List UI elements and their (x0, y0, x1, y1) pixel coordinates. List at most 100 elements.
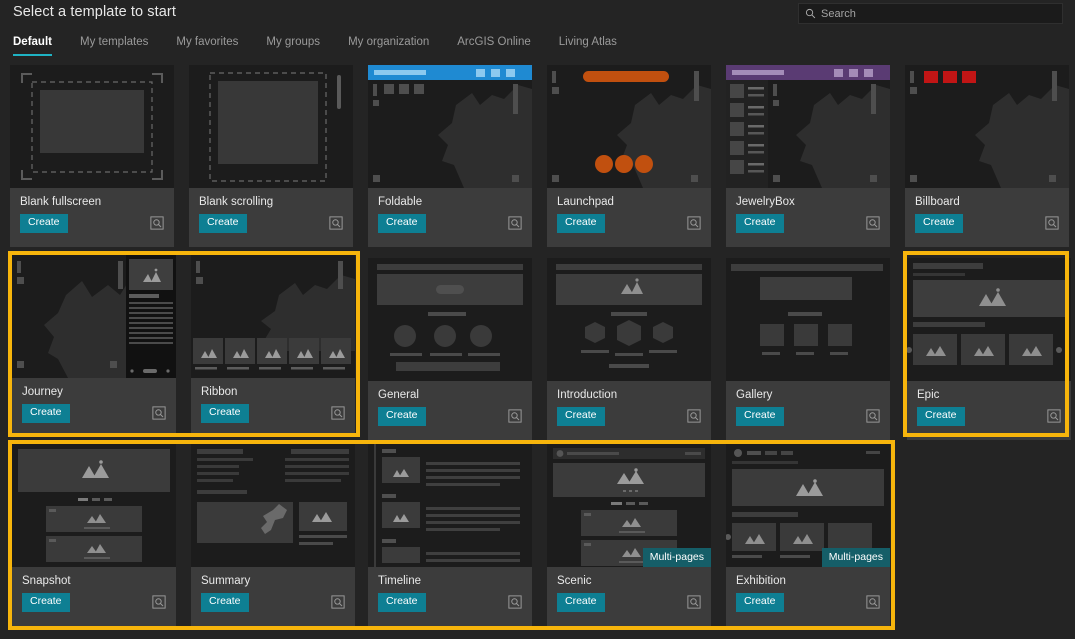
journey-sketch (17, 255, 176, 378)
create-button[interactable]: Create (736, 214, 784, 233)
header: Select a template to start Search (0, 0, 1075, 30)
card-actions: Create (378, 407, 522, 426)
preview-magnifier-icon[interactable] (331, 595, 345, 609)
preview-magnifier-icon[interactable] (508, 595, 522, 609)
thumbnail-launchpad (547, 65, 711, 188)
thumbnail-journey (12, 255, 176, 378)
template-card-blank-scrolling[interactable]: Blank scrolling Create (189, 65, 353, 247)
tab-my-groups[interactable]: My groups (266, 36, 334, 56)
template-card-gallery[interactable]: Gallery Create (726, 258, 890, 440)
template-card-foldable[interactable]: Foldable Create (368, 65, 532, 247)
search-placeholder: Search (821, 7, 856, 20)
snapshot-sketch (18, 449, 170, 562)
preview-magnifier-icon[interactable] (508, 216, 522, 230)
tab-default[interactable]: Default (13, 36, 66, 56)
template-card-scenic[interactable]: Multi-pages Scenic Create (547, 444, 711, 626)
create-button[interactable]: Create (378, 593, 426, 612)
create-button[interactable]: Create (915, 214, 963, 233)
tab-my-templates[interactable]: My templates (80, 36, 162, 56)
create-button[interactable]: Create (378, 407, 426, 426)
gallery-sketch (731, 264, 883, 355)
tab-bar: Default My templates My favorites My gro… (0, 36, 1075, 61)
card-label-scenic: Scenic Create (547, 567, 711, 626)
preview-magnifier-icon[interactable] (866, 216, 880, 230)
thumbnail-billboard (905, 65, 1069, 188)
preview-magnifier-icon[interactable] (331, 406, 345, 420)
page-title: Select a template to start (13, 4, 176, 20)
card-label-epic: Epic Create (907, 381, 1071, 440)
template-card-general[interactable]: General Create (368, 258, 532, 440)
preview-magnifier-icon[interactable] (508, 409, 522, 423)
card-label-foldable: Foldable Create (368, 188, 532, 247)
create-button[interactable]: Create (22, 404, 70, 423)
card-label-timeline: Timeline Create (368, 567, 532, 626)
card-title: General (378, 389, 419, 401)
tab-my-favorites[interactable]: My favorites (176, 36, 252, 56)
card-actions: Create (917, 407, 1061, 426)
card-actions: Create (557, 593, 701, 612)
card-actions: Create (20, 214, 164, 233)
thumbnail-epic (907, 258, 1071, 381)
thumbnail-exhibition: Multi-pages (726, 444, 890, 567)
card-label-gallery: Gallery Create (726, 381, 890, 440)
jewelrybox-sketch (726, 65, 890, 188)
card-title: Epic (917, 389, 940, 401)
preview-magnifier-icon[interactable] (152, 406, 166, 420)
template-card-timeline[interactable]: Timeline Create (368, 444, 532, 626)
create-button[interactable]: Create (22, 593, 70, 612)
create-button[interactable]: Create (557, 407, 605, 426)
template-card-ribbon[interactable]: Ribbon Create (191, 255, 355, 437)
preview-magnifier-icon[interactable] (687, 216, 701, 230)
create-button[interactable]: Create (736, 407, 784, 426)
template-card-introduction[interactable]: Introduction Create (547, 258, 711, 440)
blank-scrolling-sketch (209, 72, 341, 182)
tab-arcgis-online[interactable]: ArcGIS Online (457, 36, 545, 56)
template-card-jewelrybox[interactable]: JewelryBox Create (726, 65, 890, 247)
card-actions: Create (557, 407, 701, 426)
template-card-snapshot[interactable]: Snapshot Create (12, 444, 176, 626)
template-card-launchpad[interactable]: Launchpad Create (547, 65, 711, 247)
preview-magnifier-icon[interactable] (152, 595, 166, 609)
thumbnail-general (368, 258, 532, 381)
preview-magnifier-icon[interactable] (687, 409, 701, 423)
card-label-ribbon: Ribbon Create (191, 378, 355, 437)
create-button[interactable]: Create (917, 407, 965, 426)
template-card-billboard[interactable]: Billboard Create (905, 65, 1069, 247)
card-title: Scenic (557, 575, 592, 587)
preview-magnifier-icon[interactable] (329, 216, 343, 230)
thumbnail-scenic: Multi-pages (547, 444, 711, 567)
template-card-blank-fullscreen[interactable]: Blank fullscreen Create (10, 65, 174, 247)
tab-living-atlas[interactable]: Living Atlas (559, 36, 631, 56)
search-input[interactable]: Search (798, 3, 1063, 24)
create-button[interactable]: Create (378, 214, 426, 233)
create-button[interactable]: Create (201, 593, 249, 612)
preview-magnifier-icon[interactable] (687, 595, 701, 609)
create-button[interactable]: Create (557, 214, 605, 233)
thumbnail-introduction (547, 258, 711, 381)
card-title: Launchpad (557, 196, 614, 208)
create-button[interactable]: Create (557, 593, 605, 612)
card-actions: Create (201, 593, 345, 612)
card-label-snapshot: Snapshot Create (12, 567, 176, 626)
create-button[interactable]: Create (736, 593, 784, 612)
create-button[interactable]: Create (201, 404, 249, 423)
thumbnail-summary (191, 444, 355, 567)
tab-my-organization[interactable]: My organization (348, 36, 443, 56)
preview-magnifier-icon[interactable] (866, 595, 880, 609)
template-card-summary[interactable]: Summary Create (191, 444, 355, 626)
card-actions: Create (736, 593, 880, 612)
preview-magnifier-icon[interactable] (1047, 409, 1061, 423)
card-actions: Create (22, 404, 166, 423)
create-button[interactable]: Create (20, 214, 68, 233)
create-button[interactable]: Create (199, 214, 247, 233)
template-card-exhibition[interactable]: Multi-pages Exhibition Create (726, 444, 890, 626)
card-actions: Create (22, 593, 166, 612)
template-card-journey[interactable]: Journey Create (12, 255, 176, 437)
general-sketch (377, 264, 523, 371)
preview-magnifier-icon[interactable] (866, 409, 880, 423)
ribbon-sketch (193, 261, 355, 370)
template-card-epic[interactable]: Epic Create (907, 258, 1071, 440)
thumbnail-jewelrybox (726, 65, 890, 188)
preview-magnifier-icon[interactable] (150, 216, 164, 230)
preview-magnifier-icon[interactable] (1045, 216, 1059, 230)
